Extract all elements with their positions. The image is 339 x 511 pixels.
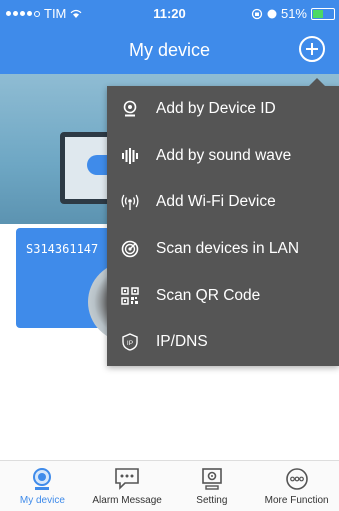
- tab-label: Alarm Message: [92, 495, 162, 506]
- tab-alarm-message[interactable]: Alarm Message: [85, 461, 170, 511]
- add-device-menu: Add by Device ID Add by sound wave Add W…: [107, 78, 339, 366]
- tab-more-function[interactable]: More Function: [254, 461, 339, 511]
- menu-item-label: Add by Device ID: [156, 100, 276, 118]
- menu-item-add-wifi-device[interactable]: Add Wi-Fi Device: [107, 179, 339, 226]
- add-device-button[interactable]: [299, 36, 325, 62]
- page-title: My device: [128, 40, 211, 60]
- menu-item-scan-qr-code[interactable]: Scan QR Code: [107, 272, 339, 319]
- ip-dns-icon: IP: [121, 333, 139, 351]
- menu-item-label: Scan devices in LAN: [156, 240, 300, 258]
- device-id: S314361147: [26, 242, 99, 256]
- alarm-message-icon: [115, 468, 139, 490]
- tab-label: Setting: [196, 495, 228, 506]
- my-device-icon: [33, 468, 52, 490]
- menu-item-add-by-device-id[interactable]: Add by Device ID: [107, 86, 339, 133]
- sound-wave-icon: [121, 147, 139, 165]
- menu-item-label: Add by sound wave: [156, 146, 292, 164]
- qr-code-icon: [121, 286, 139, 305]
- tab-bar: My device Alarm Message Setting More Fun…: [0, 460, 339, 511]
- tab-label: More Function: [264, 495, 329, 506]
- setting-icon: [202, 468, 222, 490]
- nav-bar: My device: [0, 28, 339, 74]
- tab-my-device[interactable]: My device: [0, 461, 85, 511]
- battery-percent: 51%: [280, 6, 307, 21]
- menu-item-label: Scan QR Code: [156, 286, 261, 304]
- menu-item-add-by-sound-wave[interactable]: Add by sound wave: [107, 133, 339, 180]
- tab-label: My device: [19, 495, 65, 506]
- tab-setting[interactable]: Setting: [170, 461, 255, 511]
- battery-icon: [311, 7, 335, 20]
- menu-item-label: Add Wi-Fi Device: [156, 193, 276, 211]
- lan-scan-icon: [121, 240, 139, 258]
- more-function-icon: [285, 468, 308, 490]
- alarm-icon: [267, 9, 277, 18]
- orientation-lock-icon: [251, 8, 263, 19]
- wifi-device-icon: [121, 193, 139, 211]
- menu-item-scan-devices-in-lan[interactable]: Scan devices in LAN: [107, 226, 339, 273]
- status-bar: TIM 11:20 51%: [0, 0, 339, 28]
- menu-item-ip-dns[interactable]: IP IP/DNS: [107, 319, 339, 366]
- menu-item-label: IP/DNS: [156, 333, 208, 351]
- svg-text:IP: IP: [127, 340, 133, 347]
- device-id-icon: [121, 100, 139, 118]
